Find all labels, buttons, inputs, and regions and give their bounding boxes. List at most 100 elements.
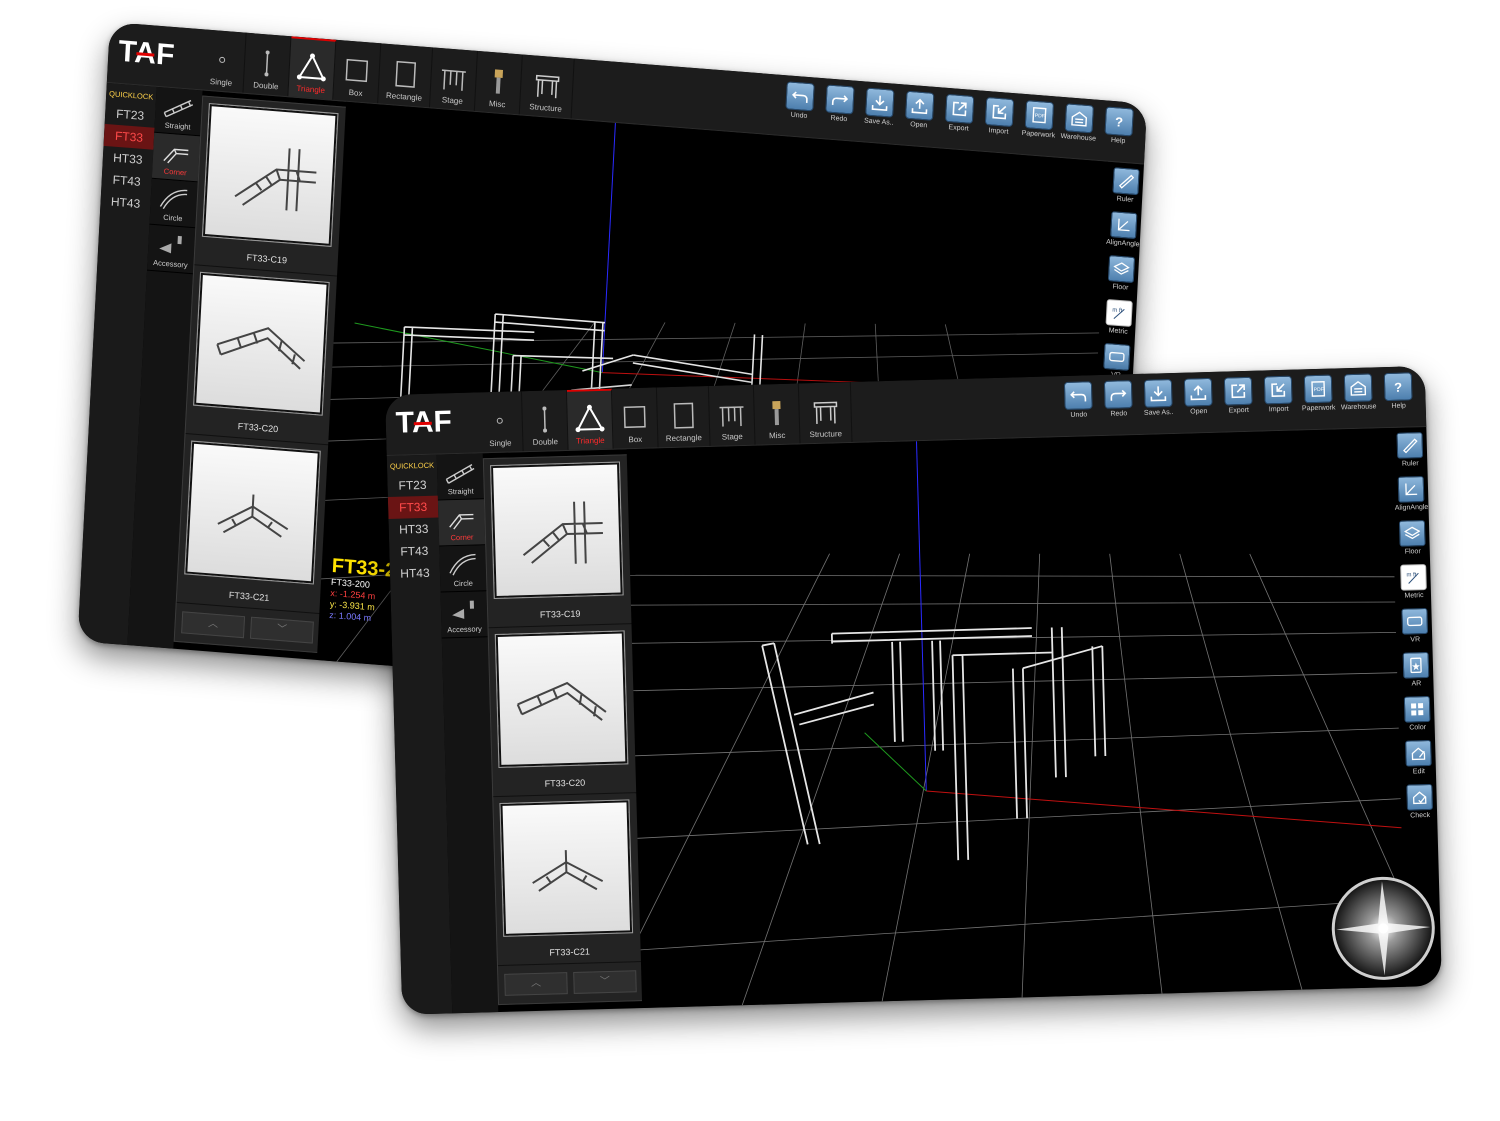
vr-button[interactable]: VR — [1397, 607, 1432, 653]
tool-label: Double — [252, 80, 279, 92]
category-circle[interactable]: Circle — [149, 178, 198, 229]
tool-rectangle[interactable]: Rectangle — [378, 43, 434, 108]
ar-button[interactable]: AR — [1399, 651, 1434, 697]
paperwork-button[interactable]: PDF Paperwork — [1019, 100, 1059, 140]
tool-double[interactable]: Double — [243, 32, 292, 97]
item-thumbnail — [184, 440, 321, 585]
double-truss-icon — [542, 406, 548, 433]
tool-box[interactable]: Box — [611, 387, 659, 449]
redo-button[interactable]: Redo — [1099, 380, 1138, 418]
export-button[interactable]: Export — [939, 93, 979, 133]
align-angle-button[interactable]: AlignAngle — [1394, 476, 1429, 521]
tool-stage[interactable]: Stage — [708, 384, 756, 446]
open-button[interactable]: Open — [1179, 377, 1218, 416]
tool-misc[interactable]: Misc — [474, 50, 523, 115]
tool-stage[interactable]: Stage — [429, 47, 478, 111]
navigation-compass[interactable] — [1327, 872, 1440, 985]
tool-label: Metric — [1404, 592, 1424, 600]
check-button[interactable]: Check — [1402, 783, 1437, 829]
warehouse-button[interactable]: Warehouse — [1339, 373, 1378, 411]
export-button[interactable]: Export — [1219, 376, 1258, 415]
tool-misc[interactable]: Misc — [753, 383, 801, 445]
ar-icon — [1410, 657, 1422, 674]
open-button[interactable]: Open — [900, 90, 940, 130]
scroll-down-button[interactable]: ﹀ — [573, 970, 637, 994]
warehouse-button[interactable]: Warehouse — [1059, 103, 1099, 143]
3d-viewport[interactable] — [385, 427, 1442, 1010]
category-straight[interactable]: Straight — [436, 453, 484, 501]
series-ft43[interactable]: FT43 — [389, 540, 440, 563]
scroll-up-button[interactable]: ︿ — [504, 972, 568, 996]
corner-truss-icon — [449, 513, 474, 530]
3d-scene — [385, 441, 1442, 1010]
edit-button[interactable]: Edit — [1401, 739, 1436, 785]
tool-label: Single — [489, 438, 512, 449]
align-angle-button[interactable]: AlignAngle — [1105, 211, 1141, 258]
item-ft33-c19[interactable]: FT33-C19 — [483, 455, 633, 629]
tool-single[interactable]: Single — [198, 29, 247, 93]
item-ft33-c21[interactable]: FT33-C21 — [493, 793, 642, 967]
tool-triangle[interactable]: Triangle — [288, 36, 337, 100]
category-corner[interactable]: Corner — [437, 499, 486, 547]
import-button[interactable]: Import — [1259, 375, 1298, 414]
ruler-button[interactable]: Ruler — [1107, 167, 1143, 214]
paperwork-button[interactable]: PDF Paperwork — [1299, 374, 1338, 412]
tool-label: AR — [1411, 680, 1422, 688]
stage-icon — [441, 69, 466, 91]
redo-button[interactable]: Redo — [820, 84, 860, 124]
help-button[interactable]: ? Help — [1379, 372, 1418, 410]
tool-label: Structure — [529, 102, 563, 114]
undo-button[interactable]: Undo — [780, 81, 820, 121]
item-ft33-c21[interactable]: FT33-C21 — [176, 434, 330, 615]
series-ht33[interactable]: HT33 — [388, 518, 439, 541]
single-truss-icon — [219, 56, 226, 63]
color-button[interactable]: Color — [1400, 695, 1435, 741]
category-straight[interactable]: Straight — [154, 86, 203, 137]
corner-truss-3d-icon — [217, 494, 289, 538]
series-ft23[interactable]: FT23 — [387, 474, 438, 497]
straight-truss-icon — [163, 99, 194, 118]
item-caption: FT33-C20 — [544, 777, 586, 789]
category-circle[interactable]: Circle — [439, 545, 487, 593]
metric-button[interactable]: m ft Metric — [1101, 298, 1137, 346]
save-as-button[interactable]: Save As.. — [860, 87, 900, 127]
misc-icon — [772, 400, 781, 426]
corner-truss-3d-icon — [516, 681, 607, 721]
item-ft33-c20[interactable]: FT33-C20 — [488, 624, 638, 798]
series-ht43[interactable]: HT43 — [100, 190, 151, 216]
undo-button[interactable]: Undo — [1059, 381, 1098, 419]
scroll-down-button[interactable]: ﹀ — [249, 616, 314, 644]
series-ht43[interactable]: HT43 — [390, 562, 441, 585]
category-label: Straight — [447, 486, 474, 497]
ruler-button[interactable]: Ruler — [1392, 432, 1427, 477]
category-accessory[interactable]: Accessory — [440, 591, 488, 639]
rectangle-truss-icon — [673, 402, 694, 429]
metric-icon: m ft — [1406, 572, 1419, 584]
tool-single[interactable]: Single — [476, 391, 524, 453]
tool-structure[interactable]: Structure — [798, 381, 853, 444]
save-as-button[interactable]: Save As.. — [1139, 379, 1178, 417]
floor-button[interactable]: Floor — [1103, 255, 1139, 302]
floor-button[interactable]: Floor — [1395, 520, 1430, 565]
structure-icon — [535, 74, 560, 99]
tool-box[interactable]: Box — [333, 39, 382, 104]
single-truss-icon — [496, 417, 503, 424]
scroll-up-button[interactable]: ︿ — [181, 611, 246, 639]
import-button[interactable]: Import — [979, 96, 1019, 137]
tool-triangle[interactable]: Triangle — [566, 388, 614, 450]
tool-double[interactable]: Double — [521, 389, 569, 452]
help-button[interactable]: ? Help — [1099, 106, 1139, 146]
tool-label: Structure — [809, 429, 843, 440]
corner-truss-icon — [163, 148, 189, 164]
tool-structure[interactable]: Structure — [519, 54, 575, 119]
item-ft33-c20[interactable]: FT33-C20 — [185, 265, 338, 446]
category-corner[interactable]: Corner — [151, 132, 201, 183]
metric-button[interactable]: m ft Metric — [1396, 563, 1431, 609]
series-ft33[interactable]: FT33 — [387, 495, 439, 519]
item-ft33-c19[interactable]: FT33-C19 — [194, 96, 347, 277]
corner-truss-3d-icon — [532, 850, 604, 892]
tool-rectangle[interactable]: Rectangle — [656, 385, 711, 448]
misc-icon — [494, 69, 504, 94]
category-accessory[interactable]: Accessory — [147, 224, 196, 275]
action-label: Save As.. — [1143, 408, 1174, 417]
